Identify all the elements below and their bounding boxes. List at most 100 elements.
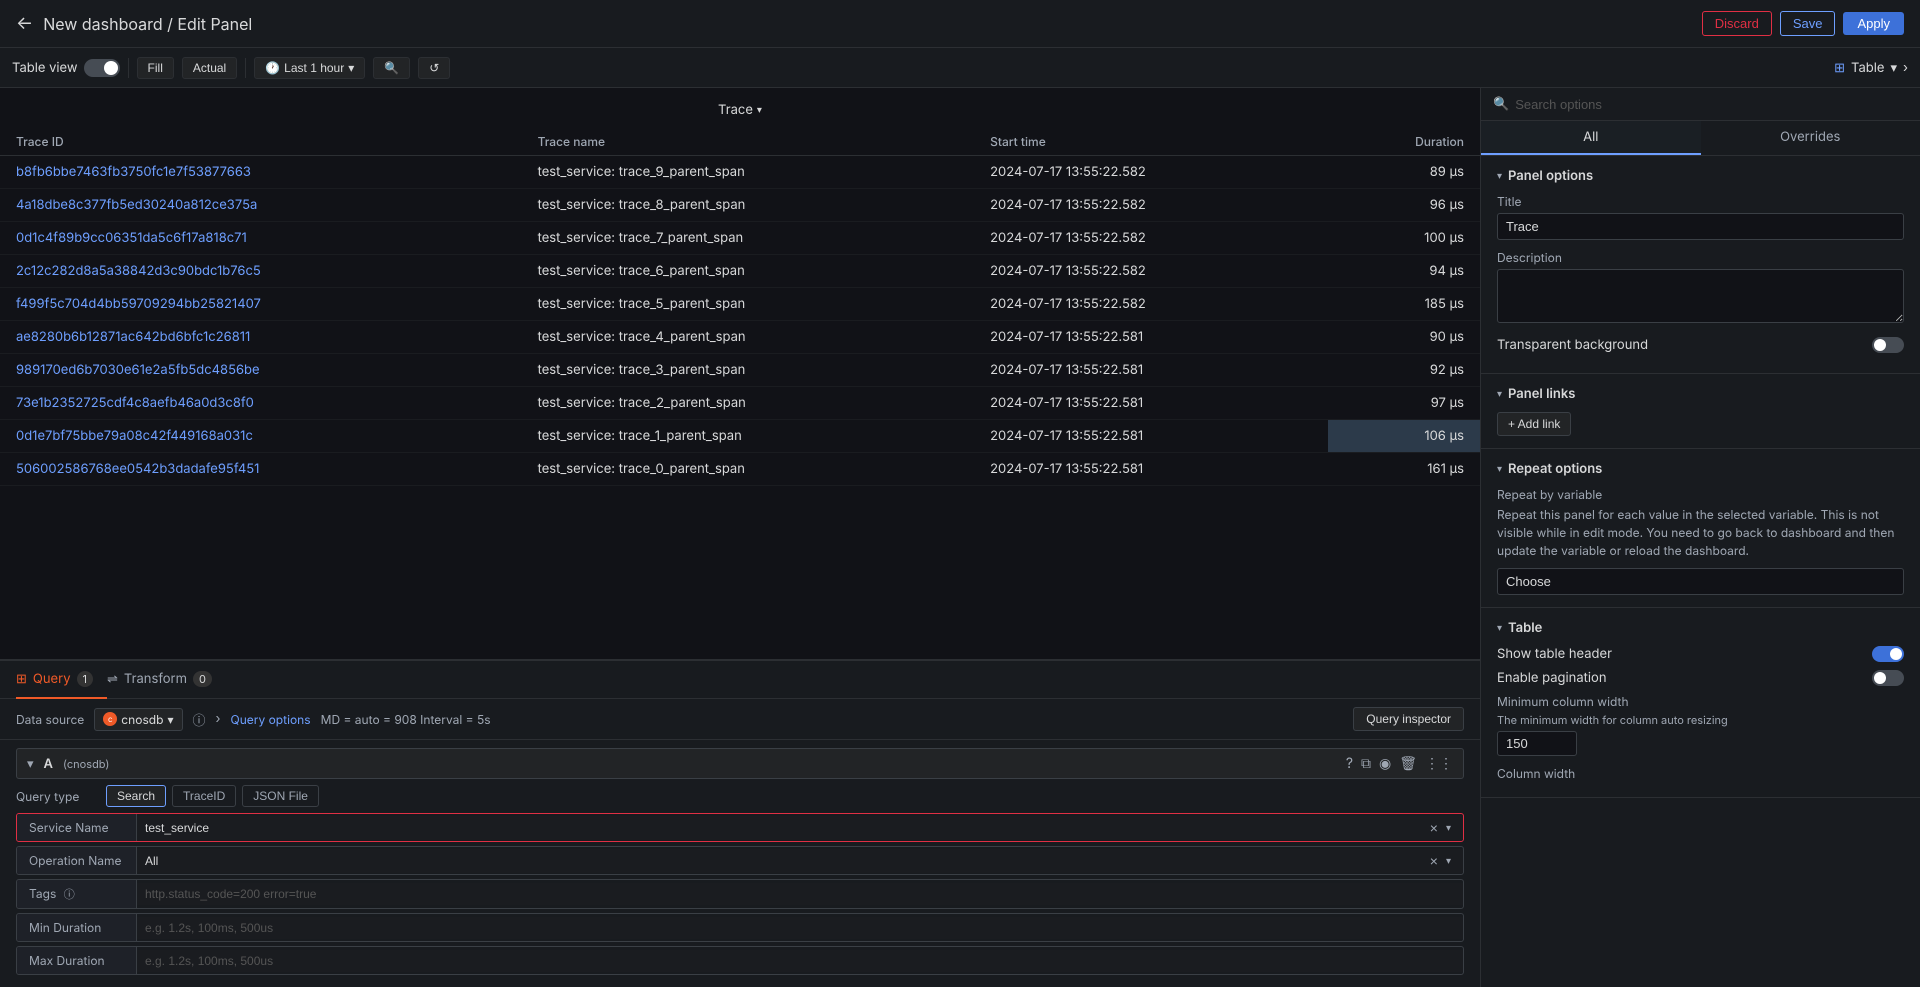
col-width-label: Column width	[1497, 766, 1904, 781]
min-duration-input[interactable]	[145, 921, 1455, 935]
save-button[interactable]: Save	[1780, 11, 1836, 36]
refresh-button[interactable]: ↺	[418, 57, 450, 79]
query-inspector-button[interactable]: Query inspector	[1353, 707, 1464, 731]
trace-id-link[interactable]: 0d1c4f89b9cc06351da5c6f17a818c71	[16, 230, 247, 246]
table-row[interactable]: 0d1e7bf75bbe79a08c42f449168a031ctest_ser…	[0, 420, 1480, 453]
query-drag-icon[interactable]: ⋮⋮	[1425, 755, 1453, 772]
trace-time-cell: 2024-07-17 13:55:22.581	[974, 420, 1328, 453]
transparent-bg-toggle[interactable]	[1872, 337, 1904, 353]
service-name-clear-btn[interactable]: ×	[1426, 820, 1442, 836]
qtype-search-btn[interactable]: Search	[106, 785, 166, 807]
table-row[interactable]: f499f5c704d4bb59709294bb25821407test_ser…	[0, 288, 1480, 321]
table-row[interactable]: 4a18dbe8c377fb5ed30240a812ce375a test_ser…	[0, 189, 1480, 222]
table-row[interactable]: b8fb6bbe7463fb3750fc1e7f53877663test_ser…	[0, 156, 1480, 189]
max-duration-input[interactable]	[145, 954, 1455, 968]
query-help-icon[interactable]: ?	[1346, 755, 1353, 772]
tags-info-icon[interactable]: ⓘ	[64, 887, 75, 901]
col-trace-name: Trace name	[522, 128, 975, 156]
query-options-link[interactable]: Query options	[231, 712, 311, 727]
trace-time-cell: 2024-07-17 13:55:22.581	[974, 321, 1328, 354]
operation-name-clear-btn[interactable]: ×	[1426, 853, 1442, 869]
trace-id-link[interactable]: 989170ed6b7030e61e2a5fb5dc4856be	[16, 362, 260, 378]
trace-id-link[interactable]: 4a18dbe8c377fb5ed30240a812ce375a	[16, 197, 257, 213]
table-section-header[interactable]: ▾ Table	[1497, 620, 1904, 636]
add-link-button[interactable]: + Add link	[1497, 412, 1571, 436]
trace-id-link[interactable]: f499f5c704d4bb59709294bb25821407	[16, 296, 261, 312]
query-delete-icon[interactable]: 🗑	[1399, 755, 1417, 772]
table-row[interactable]: ae8280b6b12871ac642bd6bfc1c26811test_ser…	[0, 321, 1480, 354]
operation-name-input[interactable]	[145, 854, 1426, 868]
panel-title-input[interactable]	[1497, 213, 1904, 240]
actual-button[interactable]: Actual	[182, 57, 237, 79]
service-name-label: Service Name	[17, 814, 137, 841]
trace-id-link[interactable]: 506002586768ee0542b3dadafe95f451	[16, 461, 259, 477]
apply-button[interactable]: Apply	[1843, 12, 1904, 35]
tags-input[interactable]	[145, 887, 1455, 901]
query-type-label: Query type	[16, 789, 96, 804]
service-name-input[interactable]	[145, 821, 1426, 835]
trace-id-link[interactable]: ae8280b6b12871ac642bd6bfc1c26811	[16, 329, 250, 345]
table-row[interactable]: 0d1c4f89b9cc06351da5c6f17a818c71 test_ser…	[0, 222, 1480, 255]
tags-row: Tags ⓘ	[16, 879, 1464, 909]
trace-id-link[interactable]: 0d1e7bf75bbe79a08c42f449168a031c	[16, 428, 253, 444]
fill-button[interactable]: Fill	[137, 57, 174, 79]
back-icon[interactable]: ←	[16, 13, 33, 34]
panel-options-header[interactable]: ▾ Panel options	[1497, 168, 1904, 184]
discard-button[interactable]: Discard	[1702, 11, 1772, 36]
show-table-header-toggle[interactable]	[1872, 646, 1904, 662]
show-table-header-row: Show table header	[1497, 646, 1904, 662]
trace-id-link[interactable]: 2c12c282d8a5a38842d3c90bdc1b76c5	[16, 263, 261, 279]
transparent-bg-row: Transparent background	[1497, 337, 1904, 353]
trace-duration-cell: 89 μs	[1328, 156, 1480, 189]
trace-time-cell: 2024-07-17 13:55:22.582	[974, 222, 1328, 255]
query-copy-icon[interactable]: ⧉	[1361, 755, 1371, 772]
rp-tab-overrides[interactable]: Overrides	[1701, 121, 1920, 155]
trace-duration-cell: 185 μs	[1328, 288, 1480, 321]
trace-name-cell: test_service: trace_8_parent_span	[522, 189, 975, 222]
datasource-chevron-icon: ▾	[167, 712, 173, 727]
trace-id-link[interactable]: b8fb6bbe7463fb3750fc1e7f53877663	[16, 164, 251, 180]
rp-tab-all[interactable]: All	[1481, 121, 1701, 155]
repeat-options-header[interactable]: ▾ Repeat options	[1497, 461, 1904, 477]
collapse-icon[interactable]: ▾	[27, 756, 34, 772]
query-hide-icon[interactable]: ◉	[1379, 755, 1391, 772]
time-range-button[interactable]: 🕐 Last 1 hour ▾	[254, 57, 365, 79]
qtype-traceid-btn[interactable]: TraceID	[172, 785, 236, 807]
trace-id-link[interactable]: 73e1b2352725cdf4c8aefb46a0d3c8f0	[16, 395, 254, 411]
table-row[interactable]: 506002586768ee0542b3dadafe95f451test_ser…	[0, 453, 1480, 486]
tab-query[interactable]: ⊞ Query 1	[16, 661, 107, 699]
min-col-width-input[interactable]	[1497, 731, 1577, 756]
operation-name-value: × ▾	[137, 849, 1463, 873]
header-right: Discard Save Apply	[1702, 11, 1904, 36]
table-row[interactable]: 73e1b2352725cdf4c8aefb46a0d3c8f0 test_ser…	[0, 387, 1480, 420]
enable-pagination-label: Enable pagination	[1497, 670, 1607, 686]
table-row[interactable]: 989170ed6b7030e61e2a5fb5dc4856betest_ser…	[0, 354, 1480, 387]
trace-name-cell: test_service: trace_2_parent_span	[522, 387, 975, 420]
min-duration-value	[137, 917, 1463, 939]
datasource-select[interactable]: c cnosdb ▾	[94, 708, 182, 731]
viz-selector[interactable]: ⊞ Table ▾ ›	[1834, 60, 1908, 76]
enable-pagination-toggle[interactable]	[1872, 670, 1904, 686]
query-options-meta: MD = auto = 908 Interval = 5s	[321, 712, 491, 727]
repeat-variable-select[interactable]: Choose	[1497, 568, 1904, 595]
panel-links-header[interactable]: ▾ Panel links	[1497, 386, 1904, 402]
table-viz-icon: ⊞	[1834, 60, 1845, 76]
datasource-info-icon[interactable]: ⓘ	[193, 710, 206, 729]
trace-time-cell: 2024-07-17 13:55:22.582	[974, 156, 1328, 189]
qtype-jsonfile-btn[interactable]: JSON File	[242, 785, 319, 807]
trace-name-cell: test_service: trace_7_parent_span	[522, 222, 975, 255]
panel-options-chevron-icon: ▾	[1497, 170, 1502, 182]
zoom-out-button[interactable]: 🔍	[373, 57, 410, 79]
trace-time-cell: 2024-07-17 13:55:22.581	[974, 354, 1328, 387]
table-view-toggle[interactable]	[84, 59, 120, 77]
table-row[interactable]: 2c12c282d8a5a38842d3c90bdc1b76c5 test_ser…	[0, 255, 1480, 288]
query-tab-icon: ⊞	[16, 671, 27, 687]
panel-description-input[interactable]	[1497, 269, 1904, 323]
trace-name-cell: test_service: trace_6_parent_span	[522, 255, 975, 288]
min-col-width-label: Minimum column width	[1497, 694, 1904, 709]
tab-transform[interactable]: ⇌ Transform 0	[107, 661, 226, 699]
datasource-name: cnosdb	[121, 712, 163, 727]
trace-header[interactable]: Trace ▾	[0, 96, 1480, 128]
operation-name-chevron-icon: ▾	[1442, 855, 1455, 867]
options-search-input[interactable]	[1515, 97, 1908, 112]
